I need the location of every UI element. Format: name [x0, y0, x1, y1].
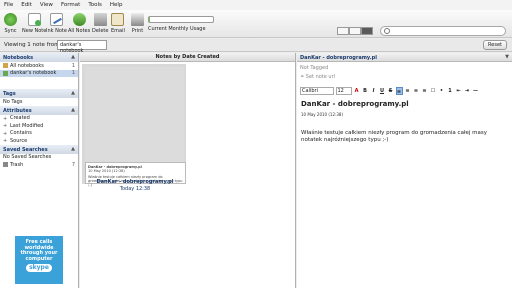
note-editor: DanKar - dobreprogramy.pl ▼ Not Tagged ⚭ …	[297, 53, 512, 288]
underline-icon[interactable]: U	[379, 87, 386, 95]
filter-bar: Viewing 1 note from dankar's notebook Re…	[0, 39, 512, 54]
note-url-field[interactable]: ⚭ Set note url	[297, 74, 512, 83]
search-input[interactable]	[380, 26, 506, 36]
horizontal-rule-icon[interactable]: —	[472, 87, 479, 95]
search-icon	[384, 28, 390, 34]
tags-empty: No Tags	[3, 98, 23, 105]
notebooks-icon	[3, 63, 8, 69]
all-notes-icon	[72, 13, 86, 26]
skype-logo: skype	[26, 264, 52, 272]
strikethrough-icon[interactable]: S	[387, 87, 394, 95]
note-list: Notes by Date Created DanKar - dobreprog…	[80, 53, 296, 288]
saved-searches-empty: No Saved Searches	[3, 154, 52, 161]
list-view-button[interactable]	[337, 27, 349, 35]
expand-icon: +	[3, 138, 8, 145]
expand-icon: +	[3, 115, 8, 122]
toolbar: Sync New Note Ink Note All Notes Delete …	[0, 10, 512, 38]
all-notes-button[interactable]: All Notes	[68, 13, 90, 34]
skype-ad-banner[interactable]: Free calls worldwide through your comput…	[15, 236, 63, 284]
bold-icon[interactable]: B	[362, 87, 369, 95]
note-body[interactable]: Właśnie testuje całkiem niezły program d…	[301, 130, 509, 144]
attribute-created[interactable]: + Created	[0, 115, 78, 123]
chevron-up-icon: ▲	[71, 145, 75, 152]
trash-icon	[3, 162, 8, 168]
chevron-up-icon: ▲	[71, 90, 75, 96]
sync-button[interactable]: Sync	[4, 13, 17, 34]
chevron-down-icon[interactable]: ▼	[505, 54, 509, 60]
editor-header: DanKar - dobreprogramy.pl ▼	[297, 53, 512, 62]
note-card-date: Today 12:38	[119, 186, 151, 192]
note-card[interactable]: DanKar - dobreprogramy.pl 10 May 2010 (1…	[82, 64, 186, 192]
menu-edit[interactable]: Edit	[21, 2, 32, 8]
notebook-select[interactable]: dankar's notebook	[57, 40, 107, 54]
font-select[interactable]: Calibri	[300, 87, 334, 95]
usage-bar	[148, 16, 214, 23]
menu-file[interactable]: File	[4, 2, 13, 8]
attribute-source[interactable]: + Source	[0, 137, 78, 145]
note-tags[interactable]: Not Tagged	[297, 62, 512, 74]
usage-label: Current Monthly Usage	[148, 26, 206, 32]
sidebar-item-dankar-notebook[interactable]: dankar's notebook 1	[0, 69, 78, 77]
attribute-contains[interactable]: + Contains	[0, 130, 78, 138]
menu-help[interactable]: Help	[110, 2, 123, 8]
menu-tools[interactable]: Tools	[88, 2, 102, 8]
numbered-list-icon[interactable]: 1	[447, 87, 454, 95]
menu-format[interactable]: Format	[61, 2, 80, 8]
tags-header[interactable]: Tags ▲	[0, 89, 78, 98]
indent-icon[interactable]: ⇥	[464, 87, 471, 95]
saved-searches-header[interactable]: Saved Searches ▲	[0, 144, 78, 154]
italic-icon[interactable]: I	[370, 87, 377, 95]
bullet-list-icon[interactable]: •	[438, 87, 445, 95]
print-icon	[131, 13, 144, 26]
ink-note-icon	[49, 13, 63, 26]
checkbox-icon[interactable]: ☐	[430, 87, 437, 95]
delete-icon	[93, 13, 107, 26]
print-button[interactable]: Print	[131, 13, 144, 34]
note-thumbnail: DanKar - dobreprogramy.pl 10 May 2010 (1…	[85, 67, 186, 187]
sidebar-item-all-notebooks[interactable]: All notebooks 1	[0, 62, 78, 70]
usage-bar-fill	[149, 17, 150, 22]
notebook-icon	[3, 70, 8, 76]
thumbnail-view-button[interactable]	[361, 27, 373, 35]
expand-icon: +	[3, 130, 8, 137]
new-note-icon	[27, 13, 41, 26]
align-right-icon[interactable]: ≡	[413, 87, 420, 95]
note-title[interactable]: DanKar - dobreprogramy.pl	[301, 100, 409, 108]
delete-button[interactable]: Delete	[92, 13, 108, 34]
ink-note-button[interactable]: Ink Note	[46, 13, 67, 34]
sidebar-item-trash[interactable]: Trash 7	[0, 161, 78, 169]
text-color-icon[interactable]: A	[353, 87, 360, 95]
new-note-button[interactable]: New Note	[22, 13, 46, 34]
chevron-up-icon: ▲	[71, 106, 75, 113]
align-left-icon[interactable]: ≡	[395, 87, 403, 95]
viewing-text: Viewing 1 note from	[4, 42, 60, 48]
reset-button[interactable]: Reset	[483, 40, 507, 50]
font-size-select[interactable]: 12	[335, 87, 352, 95]
attributes-header[interactable]: Attributes ▲	[0, 105, 78, 115]
notebooks-header[interactable]: Notebooks ▲	[0, 53, 78, 62]
expand-icon: +	[3, 123, 8, 130]
menu-bar: File Edit View Format Tools Help	[0, 0, 512, 10]
note-date: 10 May 2010 (12:38)	[301, 112, 344, 117]
format-toolbar: Calibri 12 A B I U S ≡ ≡ ≡ ≡ ☐ • 1 ⇤ ⇥ —	[298, 86, 511, 96]
attribute-last-modified[interactable]: + Last Modified	[0, 122, 78, 130]
note-card-title: DanKar - dobreprogramy.pl	[96, 179, 174, 185]
view-mode-switch	[337, 27, 373, 35]
monthly-usage: Current Monthly Usage	[148, 16, 214, 32]
chevron-up-icon: ▲	[71, 54, 75, 60]
justify-icon[interactable]: ≡	[421, 87, 428, 95]
align-center-icon[interactable]: ≡	[404, 87, 411, 95]
snippet-view-button[interactable]	[349, 27, 361, 35]
menu-view[interactable]: View	[40, 2, 53, 8]
email-button[interactable]: Email	[111, 13, 125, 34]
email-icon	[111, 13, 125, 26]
sync-icon	[4, 13, 17, 26]
outdent-icon[interactable]: ⇤	[455, 87, 462, 95]
note-list-header[interactable]: Notes by Date Created	[80, 53, 295, 62]
